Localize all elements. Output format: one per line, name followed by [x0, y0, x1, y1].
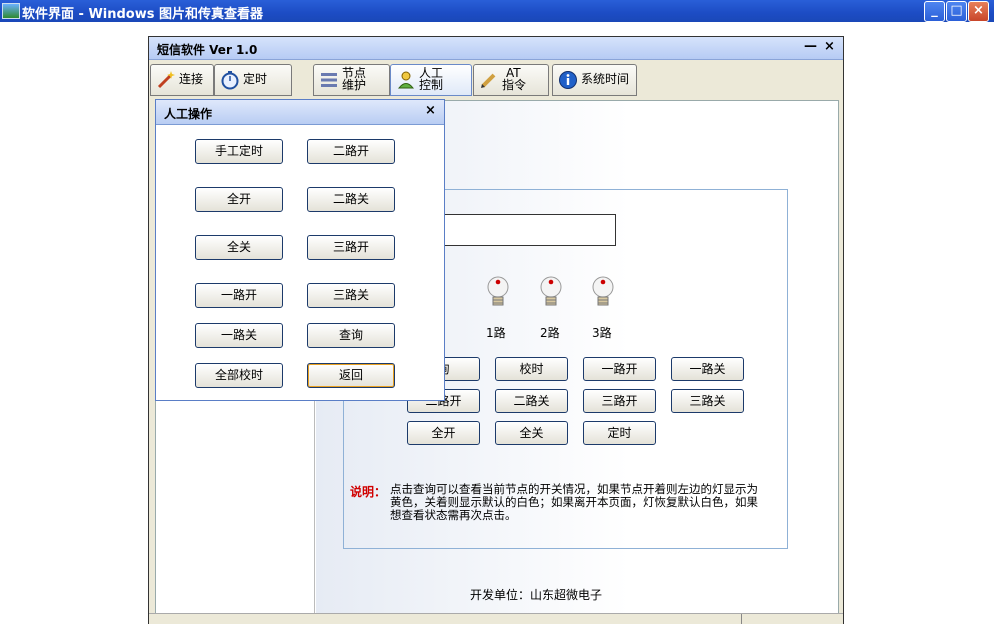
picture-viewer-icon — [2, 3, 20, 19]
app-title: 短信软件 Ver 1.0 — [157, 43, 258, 57]
line2-off-button[interactable]: 二路关 — [307, 187, 395, 212]
close-button[interactable]: × — [968, 1, 989, 22]
status-separator — [741, 614, 742, 624]
tab-bar: 连接 定时 节点 维护 人工 控制 AT 指令 系统时间 — [150, 64, 840, 98]
manual-operation-dialog: 人工操作 × 手工定时 二路开 全开 二路关 全关 三路开 一路开 三路关 一路… — [155, 99, 445, 401]
line3-off-button[interactable]: 三路关 — [307, 283, 395, 308]
lamp-1-label: 1路 — [486, 326, 506, 340]
dialog-title: 人工操作 — [164, 107, 213, 121]
line3-off-button[interactable]: 三路关 — [671, 389, 744, 413]
info-icon — [559, 71, 577, 89]
line1-off-button[interactable]: 一路关 — [671, 357, 744, 381]
window-titlebar: 软件界面 - Windows 图片和传真查看器 _ □ × — [0, 0, 994, 22]
note-label: 说明： — [350, 485, 387, 499]
lamp-1-bulb-icon — [487, 276, 509, 306]
status-bar — [149, 613, 843, 624]
line2-on-button[interactable]: 二路开 — [307, 139, 395, 164]
list-icon — [321, 73, 337, 87]
lamp-2-bulb-icon — [540, 276, 562, 306]
line1-on-button[interactable]: 一路开 — [583, 357, 656, 381]
tab-label: 系统时间 — [581, 72, 630, 86]
minimize-button[interactable]: _ — [924, 1, 945, 22]
tab-timer[interactable]: 定时 — [214, 64, 292, 96]
status-textbox[interactable] — [439, 214, 616, 246]
tab-node-maintenance[interactable]: 节点 维护 — [313, 64, 390, 96]
dialog-close-button[interactable]: × — [425, 103, 436, 118]
lamp-3-label: 3路 — [592, 326, 612, 340]
sync-time-button[interactable]: 校时 — [495, 357, 568, 381]
schedule-button[interactable]: 定时 — [583, 421, 656, 445]
tab-label: 连接 — [179, 72, 204, 86]
app-close-button[interactable]: × — [824, 39, 835, 54]
dialog-titlebar: 人工操作 × — [156, 100, 444, 125]
sync-all-time-button[interactable]: 全部校时 — [195, 363, 283, 388]
pencil-icon — [481, 73, 496, 88]
tab-label-line2: 维护 — [342, 78, 367, 92]
wand-icon — [157, 71, 175, 89]
tab-label-line2: 控制 — [419, 78, 444, 92]
line1-off-button[interactable]: 一路关 — [195, 323, 283, 348]
user-icon — [397, 71, 415, 89]
app-minimize-button[interactable]: — — [804, 39, 817, 54]
all-off-button[interactable]: 全关 — [195, 235, 283, 260]
maximize-button[interactable]: □ — [946, 1, 967, 22]
window-title: 软件界面 - Windows 图片和传真查看器 — [22, 7, 264, 22]
query-button[interactable]: 查询 — [307, 323, 395, 348]
tab-label-line2: 指令 — [502, 78, 527, 92]
all-on-button[interactable]: 全开 — [195, 187, 283, 212]
stopwatch-icon — [221, 71, 239, 90]
line2-off-button[interactable]: 二路关 — [495, 389, 568, 413]
lamp-3-bulb-icon — [592, 276, 614, 306]
line3-on-button[interactable]: 三路开 — [307, 235, 395, 260]
return-button[interactable]: 返回 — [307, 363, 395, 388]
tab-system-time[interactable]: 系统时间 — [552, 64, 637, 96]
all-off-button[interactable]: 全关 — [495, 421, 568, 445]
note-text: 点击查询可以查看当前节点的开关情况，如果节点开着则左边的灯显示为黄色，关着则显示… — [390, 482, 758, 522]
all-on-button[interactable]: 全开 — [407, 421, 480, 445]
tab-at-command[interactable]: AT 指令 — [473, 64, 549, 96]
line3-on-button[interactable]: 三路开 — [583, 389, 656, 413]
app-titlebar: 短信软件 Ver 1.0 — × — [149, 37, 843, 60]
lamp-2-label: 2路 — [540, 326, 560, 340]
manual-schedule-button[interactable]: 手工定时 — [195, 139, 283, 164]
developer-footer: 开发单位：山东超微电子 — [470, 588, 603, 602]
tab-manual-control[interactable]: 人工 控制 — [390, 64, 472, 96]
tab-label: 定时 — [243, 72, 268, 86]
line1-on-button[interactable]: 一路开 — [195, 283, 283, 308]
tab-connect[interactable]: 连接 — [150, 64, 214, 96]
